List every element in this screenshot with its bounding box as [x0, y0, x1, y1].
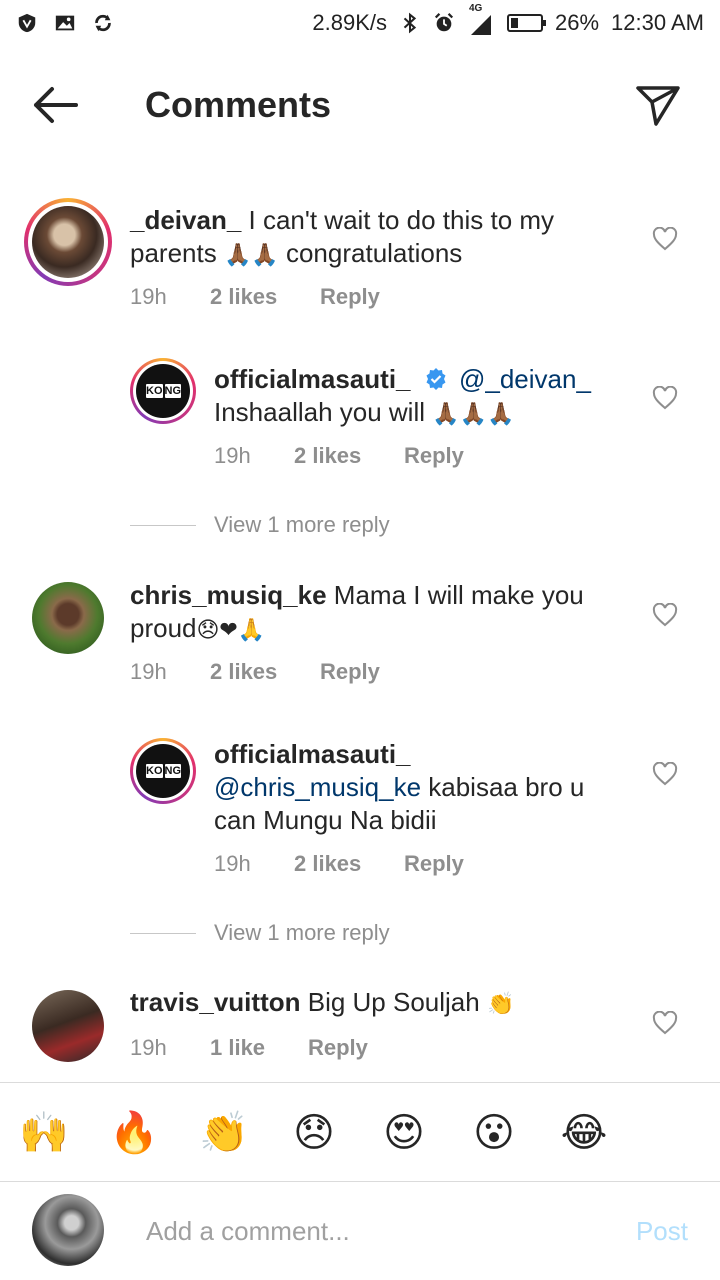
comment-username[interactable]: chris_musiq_ke: [130, 580, 327, 610]
heart-icon[interactable]: [652, 762, 678, 786]
likes-count[interactable]: 2 likes: [210, 659, 320, 685]
comment-meta: 19h 2 likes Reply: [130, 284, 380, 310]
comment-time: 19h: [130, 659, 167, 684]
sync-icon: [95, 14, 111, 32]
emoji-laughing-button[interactable]: 😂: [558, 1107, 610, 1159]
emoji-clap-button[interactable]: 👏: [198, 1107, 250, 1159]
comment-emoji: 🙏🏾🙏🏾: [223, 243, 279, 268]
avatar[interactable]: [32, 582, 104, 654]
signal-icon: 4G: [467, 3, 495, 35]
emoji-sad-button[interactable]: 😞: [288, 1107, 340, 1159]
comment-time: 19h: [130, 284, 167, 309]
verified-badge-icon: [426, 368, 446, 390]
comment-composer: Post: [0, 1182, 720, 1280]
reply-button[interactable]: Reply: [404, 851, 464, 877]
image-icon: [55, 15, 75, 31]
status-bar: 2.89K/s 4G 26% 12:30 AM: [0, 0, 720, 50]
reply-button[interactable]: Reply: [404, 443, 464, 469]
kong-logo: KO NG: [146, 384, 181, 398]
bluetooth-icon: [403, 12, 417, 34]
clock: 12:30 AM: [611, 10, 704, 35]
comment-text: _deivan_ I can't wait to do this to my p…: [130, 205, 555, 268]
send-icon[interactable]: [634, 82, 682, 128]
divider-line: [130, 524, 196, 526]
reply-button[interactable]: Reply: [308, 1035, 368, 1061]
comment-emoji: 😞❤🙏: [196, 618, 266, 643]
comment-meta: 19h 2 likes Reply: [214, 443, 464, 469]
comment-text: chris_musiq_ke Mama I will make you prou…: [130, 580, 584, 643]
comment-time: 19h: [130, 1035, 167, 1060]
comment-time: 19h: [214, 443, 251, 468]
arrow-left-icon[interactable]: [30, 84, 80, 126]
comment-input[interactable]: [144, 1206, 588, 1256]
avatar[interactable]: KO NG: [130, 738, 196, 804]
comment-text: travis_vuitton Big Up Souljah 👏: [130, 987, 515, 1017]
comment-username[interactable]: travis_vuitton: [130, 987, 301, 1017]
current-user-avatar: [32, 1194, 104, 1266]
mention-link[interactable]: @_deivan_: [459, 364, 591, 394]
kong-logo: KO NG: [146, 764, 181, 778]
battery-icon: [507, 14, 546, 32]
likes-count[interactable]: 2 likes: [294, 851, 404, 877]
vpn-shield-icon: [18, 13, 36, 33]
divider-line: [130, 932, 196, 934]
comment-emoji: 👏: [486, 992, 515, 1017]
alarm-icon: [434, 13, 454, 32]
heart-icon[interactable]: [652, 1011, 678, 1035]
emoji-surprised-button[interactable]: 😮: [468, 1107, 520, 1159]
comment-emoji: 🙏🏾🙏🏾🙏🏾: [432, 402, 515, 427]
heart-icon[interactable]: [652, 603, 678, 627]
avatar[interactable]: KO NG: [130, 358, 196, 424]
comment-time: 19h: [214, 851, 251, 876]
emoji-quick-bar: 🙌 🔥 👏 😞 😍 😮 😂: [0, 1082, 720, 1182]
battery-percent: 26%: [555, 10, 600, 35]
reply-button[interactable]: Reply: [320, 284, 380, 310]
likes-count[interactable]: 2 likes: [210, 284, 320, 310]
comment-meta: 19h 2 likes Reply: [214, 851, 464, 877]
reply-button[interactable]: Reply: [320, 659, 380, 685]
header: Comments: [0, 60, 720, 150]
mention-link[interactable]: @chris_musiq_ke: [214, 772, 421, 802]
comment-username[interactable]: _deivan_: [130, 205, 241, 235]
likes-count[interactable]: 1 like: [210, 1035, 308, 1061]
avatar[interactable]: [32, 990, 104, 1062]
view-more-replies[interactable]: View 1 more reply: [130, 920, 390, 946]
comment-meta: 19h 1 like Reply: [130, 1035, 368, 1061]
view-more-label[interactable]: View 1 more reply: [214, 920, 390, 946]
emoji-fire-button[interactable]: 🔥: [108, 1107, 160, 1159]
view-more-label[interactable]: View 1 more reply: [214, 512, 390, 538]
page-title: Comments: [145, 84, 332, 125]
heart-icon[interactable]: [652, 386, 678, 410]
emoji-heart-eyes-button[interactable]: 😍: [378, 1107, 430, 1159]
comment-username[interactable]: officialmasauti_: [214, 739, 411, 769]
emoji-raised-hands-button[interactable]: 🙌: [18, 1107, 70, 1159]
post-button[interactable]: Post: [636, 1216, 688, 1247]
comment-text: officialmasauti_ @_deivan_ Inshaallah yo…: [214, 364, 591, 427]
heart-icon[interactable]: [652, 227, 678, 251]
comment-text: officialmasauti_ @chris_musiq_ke kabisaa…: [214, 739, 585, 835]
avatar[interactable]: [24, 198, 112, 286]
comment-username[interactable]: officialmasauti_: [214, 364, 411, 394]
comment-meta: 19h 2 likes Reply: [130, 659, 380, 685]
likes-count[interactable]: 2 likes: [294, 443, 404, 469]
view-more-replies[interactable]: View 1 more reply: [130, 512, 390, 538]
network-speed: 2.89K/s: [312, 10, 387, 35]
